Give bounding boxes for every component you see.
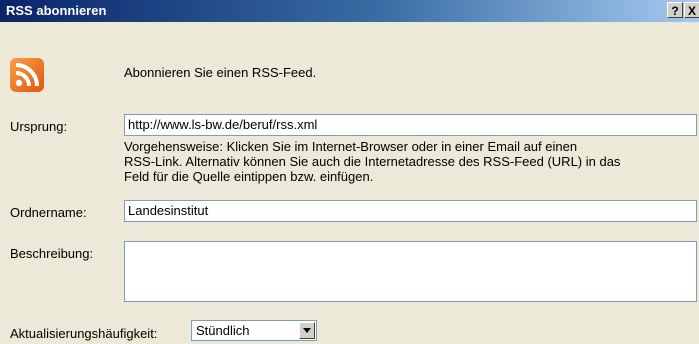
intro-text: Abonnieren Sie einen RSS-Feed. [124,65,317,80]
update-frequency-value: Stündlich [196,323,250,338]
help-button[interactable]: ? [667,2,683,18]
title-bar: RSS abonnieren ? X [0,0,699,22]
hint-line: Vorgehensweise: Klicken Sie im Internet-… [124,139,578,154]
origin-label: Ursprung: [10,119,68,134]
chevron-down-icon[interactable] [299,322,315,339]
folder-name-input[interactable]: Landesinstitut [124,200,697,222]
close-button[interactable]: X [684,2,699,18]
window-title: RSS abonnieren [6,3,107,18]
hint-line: Feld für die Quelle eintippen bzw. einfü… [124,169,374,184]
description-textarea[interactable] [124,241,697,302]
rss-feed-icon [10,58,44,92]
update-frequency-select[interactable]: Stündlich [191,320,317,341]
hint-line: RSS-Link. Alternativ können Sie auch die… [124,154,621,169]
description-label: Beschreibung: [10,246,94,261]
folder-name-label: Ordnername: [10,205,87,220]
origin-input[interactable]: http://www.ls-bw.de/beruf/rss.xml [124,114,697,136]
hint-text: Vorgehensweise: Klicken Sie im Internet-… [124,139,694,184]
update-frequency-label: Aktualisierungshäufigkeit: [10,326,158,341]
